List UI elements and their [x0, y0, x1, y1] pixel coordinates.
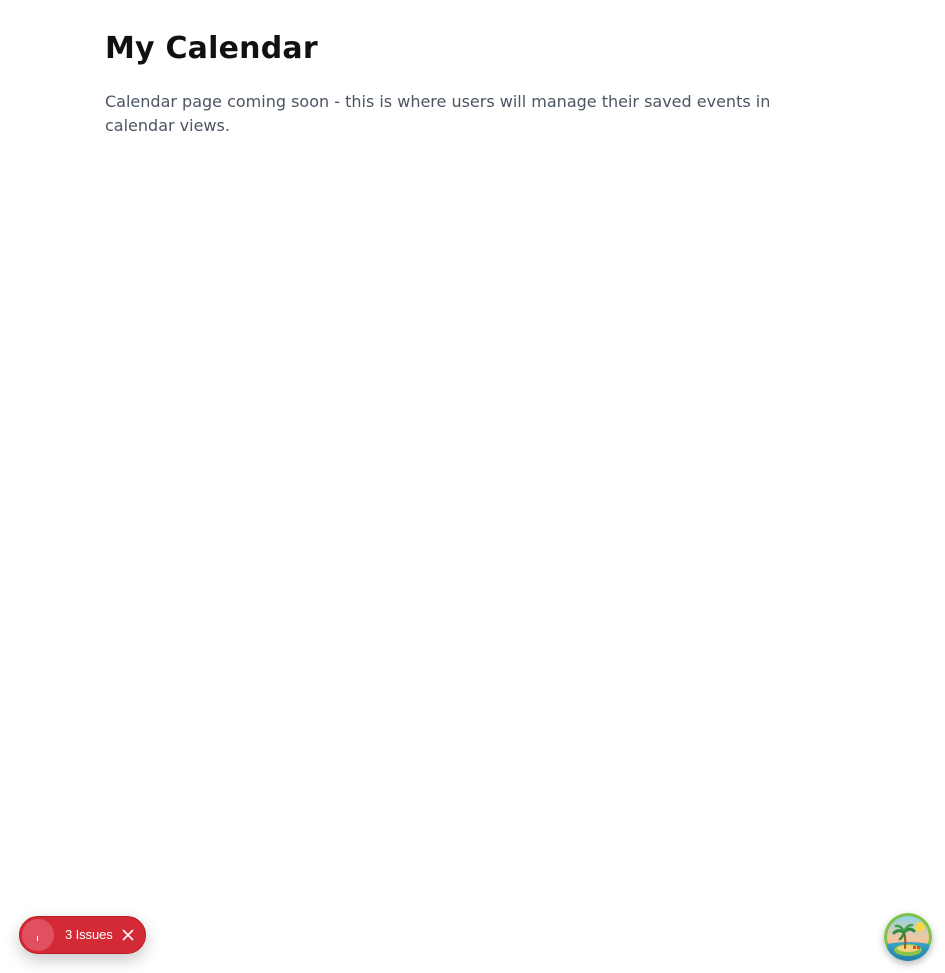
close-icon[interactable] [121, 928, 135, 942]
issues-badge[interactable]: 3 Issues [19, 916, 146, 954]
main-content: My Calendar Calendar page coming soon - … [105, 28, 805, 138]
issues-indicator-icon [22, 919, 54, 951]
user-avatar[interactable] [884, 913, 932, 961]
page-title: My Calendar [105, 31, 318, 66]
issues-count-label: 3 Issues [65, 927, 113, 942]
page-description: Calendar page coming soon - this is wher… [105, 92, 771, 135]
page: My Calendar Calendar page coming soon - … [0, 0, 945, 973]
tropical-island-icon [884, 913, 932, 961]
